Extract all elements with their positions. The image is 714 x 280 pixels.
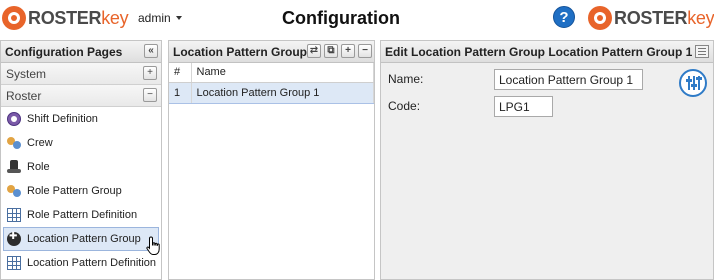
sidebar-item-shift-definition[interactable]: Shift Definition: [1, 107, 161, 131]
logo-mark-icon: [588, 6, 612, 30]
sidebar-item-role-pattern-definition[interactable]: Role Pattern Definition: [1, 203, 161, 227]
collapse-icon[interactable]: −: [143, 88, 157, 102]
location-pattern-group-list-panel: Location Pattern Group ⇄ ⧉ + − # Name 1 …: [168, 40, 375, 280]
app-header: ROSTERkey admin Configuration ? ROSTERke…: [0, 0, 714, 38]
people-icon: [7, 136, 21, 150]
sidebar-header: Configuration Pages «: [1, 41, 161, 63]
caret-down-icon: [175, 16, 182, 20]
hand-cursor-icon: [146, 236, 160, 255]
settings-sliders-icon[interactable]: [679, 69, 707, 97]
section-label: Roster: [6, 88, 42, 103]
rosterkey-logo[interactable]: ROSTERkey: [2, 5, 129, 31]
location-icon: [7, 231, 21, 246]
page-title: Configuration: [282, 8, 400, 28]
row-number: 1: [169, 81, 192, 104]
table-row[interactable]: 1 Location Pattern Group 1: [169, 81, 374, 104]
sidebar-item-label: Role Pattern Group: [27, 185, 122, 197]
sidebar-title: Configuration Pages: [5, 44, 123, 59]
sidebar-item-label: Crew: [27, 137, 53, 149]
sidebar-item-crew[interactable]: Crew: [1, 131, 161, 155]
code-field[interactable]: [494, 96, 553, 117]
refresh-icon[interactable]: ⇄: [307, 44, 321, 58]
edit-panel-header: Edit Location Pattern Group Location Pat…: [381, 41, 713, 63]
sidebar-item-location-pattern-group[interactable]: Location Pattern Group: [3, 227, 159, 251]
user-name: admin: [138, 11, 171, 25]
grid-icon: [7, 256, 21, 270]
edit-panel-title: Edit Location Pattern Group Location Pat…: [385, 44, 693, 59]
list-panel-title: Location Pattern Group: [173, 44, 308, 59]
logo-text-key: key: [687, 7, 714, 28]
sidebar-item-label: Role Pattern Definition: [27, 209, 138, 221]
column-header-number[interactable]: #: [169, 63, 192, 83]
sidebar-item-label: Shift Definition: [27, 113, 98, 125]
copy-icon[interactable]: ⧉: [324, 44, 338, 58]
list-grid: # Name 1 Location Pattern Group 1: [169, 63, 374, 280]
grid-header-row: # Name: [169, 63, 374, 83]
add-icon[interactable]: +: [341, 44, 355, 58]
sidebar-item-role[interactable]: Role: [1, 155, 161, 179]
sidebar-item-role-pattern-group[interactable]: Role Pattern Group: [1, 179, 161, 203]
roster-nav-list: Shift Definition Crew Role Role Pattern …: [1, 107, 161, 275]
logo-text-roster: ROSTER: [28, 7, 102, 28]
logo-text-roster: ROSTER: [614, 7, 688, 28]
sidebar-item-label: Location Pattern Group: [27, 233, 141, 245]
remove-icon[interactable]: −: [358, 44, 372, 58]
configuration-pages-panel: Configuration Pages « System + Roster − …: [0, 40, 162, 280]
name-field[interactable]: [494, 69, 643, 90]
sidebar-item-label: Role: [27, 161, 50, 173]
hat-icon: [7, 160, 21, 174]
section-system[interactable]: System +: [1, 63, 161, 85]
clock-icon: [7, 112, 21, 126]
help-icon[interactable]: ?: [553, 6, 575, 28]
sidebar-item-label: Location Pattern Definition: [27, 257, 157, 269]
code-label: Code:: [388, 99, 421, 113]
logo-mark-icon: [2, 6, 26, 30]
section-roster[interactable]: Roster −: [1, 85, 161, 107]
expand-icon[interactable]: +: [143, 66, 157, 80]
row-name: Location Pattern Group 1: [191, 81, 374, 104]
people-icon: [7, 184, 21, 198]
sidebar-item-location-pattern-definition[interactable]: Location Pattern Definition: [1, 251, 161, 275]
logo-text-key: key: [101, 7, 129, 28]
section-label: System: [6, 66, 47, 81]
grid-icon: [7, 208, 21, 222]
user-menu[interactable]: admin: [138, 11, 182, 25]
collapse-sidebar-button[interactable]: «: [144, 44, 158, 58]
edit-panel: Edit Location Pattern Group Location Pat…: [380, 40, 714, 280]
rosterkey-logo-right: ROSTERkey: [588, 5, 714, 31]
column-header-name[interactable]: Name: [191, 63, 374, 83]
panel-menu-icon[interactable]: [695, 45, 709, 58]
name-label: Name:: [388, 72, 424, 86]
list-panel-header: Location Pattern Group ⇄ ⧉ + −: [169, 41, 374, 63]
